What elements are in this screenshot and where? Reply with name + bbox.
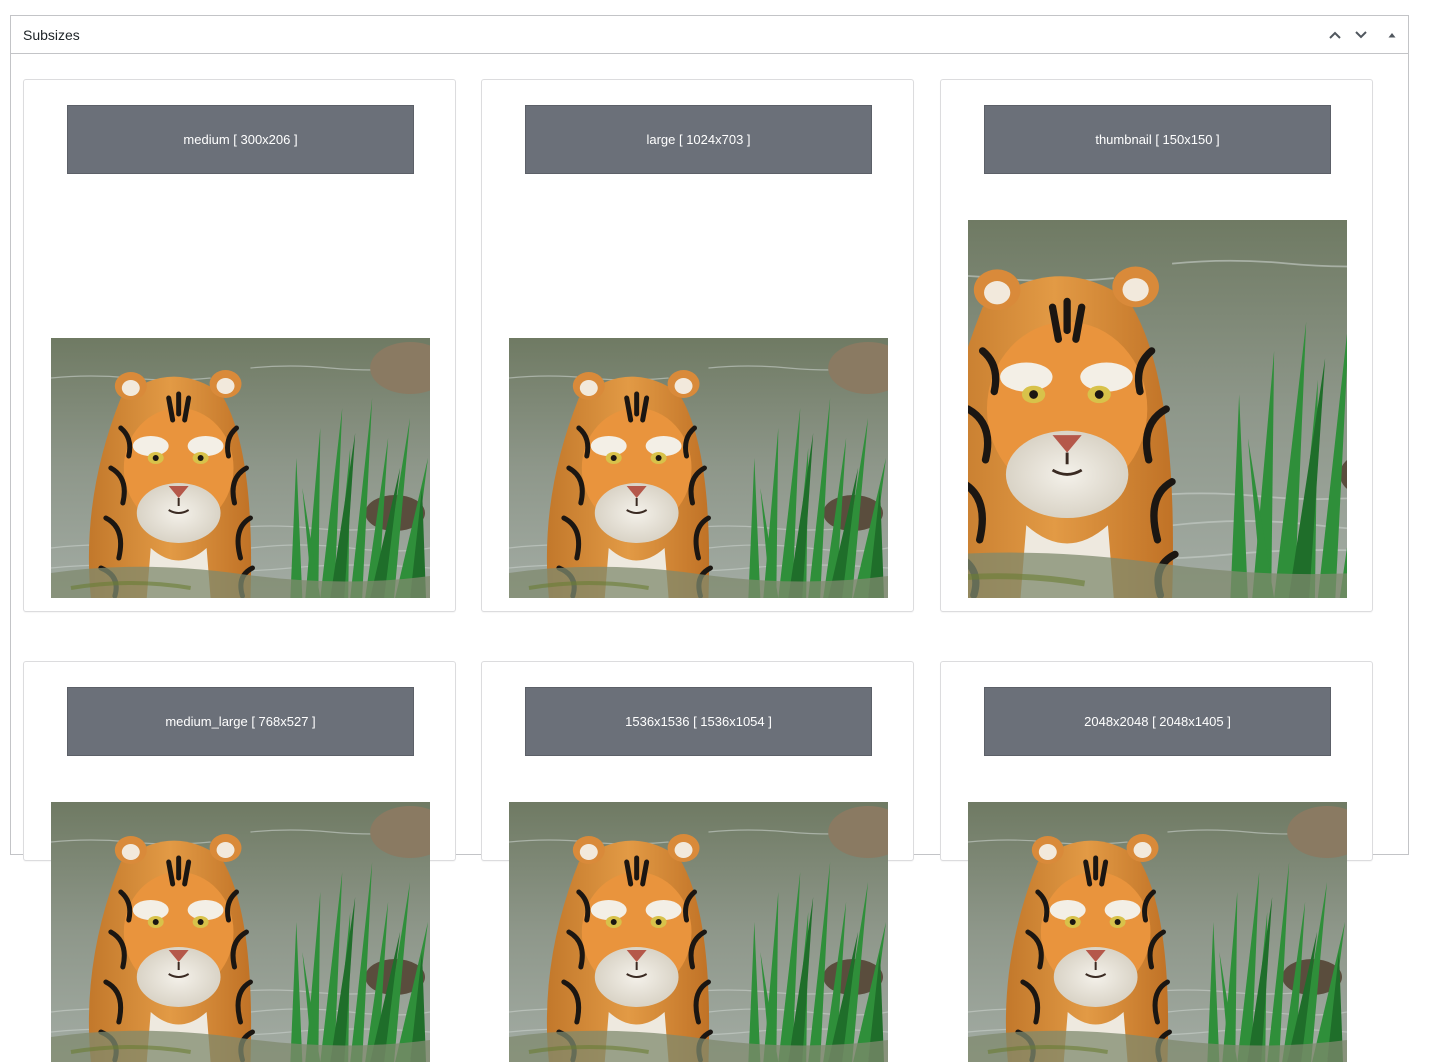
subsize-label: thumbnail [ 150x150 ] [984,105,1331,174]
tiger-image[interactable] [51,338,430,598]
subsize-label: large [ 1024x703 ] [525,105,872,174]
subsize-label: 2048x2048 [ 2048x1405 ] [984,687,1331,756]
metabox-header[interactable]: Subsizes [11,16,1408,54]
subsize-card-large: large [ 1024x703 ] [481,79,914,612]
triangle-up-icon[interactable] [1381,24,1403,46]
metabox-title: Subsizes [23,27,80,43]
subsize-card-1536: 1536x1536 [ 1536x1054 ] [481,661,914,861]
subsize-label: 1536x1536 [ 1536x1054 ] [525,687,872,756]
subsize-card-2048: 2048x2048 [ 2048x1405 ] [940,661,1373,861]
tiger-image[interactable] [968,802,1347,1062]
tiger-image[interactable] [51,802,430,1062]
subsize-label: medium [ 300x206 ] [67,105,414,174]
tiger-image[interactable] [509,338,888,598]
subsize-card-thumbnail: thumbnail [ 150x150 ] [940,79,1373,612]
chevron-down-icon[interactable] [1350,24,1372,46]
tiger-image[interactable] [968,220,1347,598]
chevron-up-icon[interactable] [1324,24,1346,46]
subsize-card-medium-large: medium_large [ 768x527 ] [23,661,456,861]
subsize-label: medium_large [ 768x527 ] [67,687,414,756]
tiger-image[interactable] [509,802,888,1062]
subsize-card-medium: medium [ 300x206 ] [23,79,456,612]
